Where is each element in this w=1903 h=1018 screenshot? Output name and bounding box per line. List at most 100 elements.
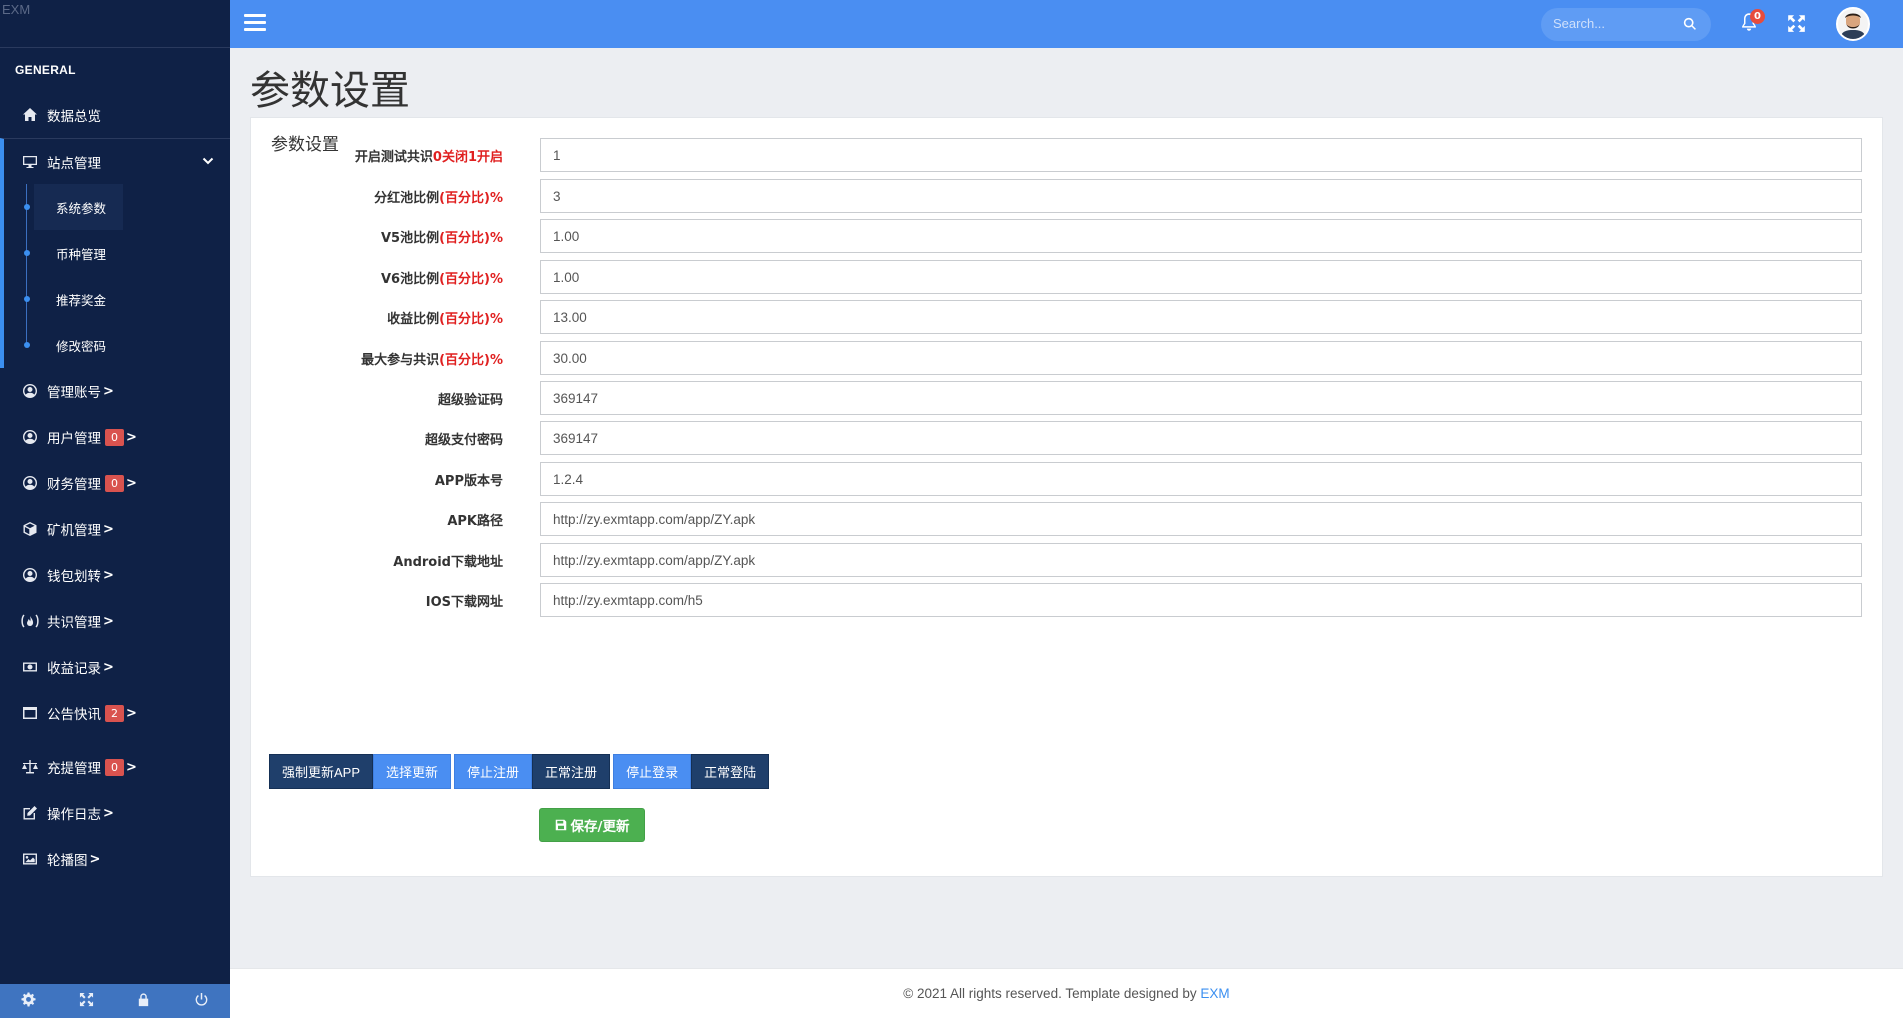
field-label: Android下载地址 bbox=[393, 555, 503, 570]
site-management-submenu: 系统参数 币种管理 推荐奖金 修改密码 bbox=[0, 184, 230, 368]
count-badge: 0 bbox=[105, 758, 124, 776]
sidebar-item-deposit-withdraw[interactable]: 充提管理 0 > bbox=[0, 744, 230, 790]
sidebar-item-earnings[interactable]: 收益记录 > bbox=[0, 644, 230, 690]
submenu-item-change-password[interactable]: 修改密码 bbox=[4, 322, 230, 368]
save-floppy-icon bbox=[555, 819, 566, 831]
bullet-dot-icon bbox=[24, 296, 30, 302]
window-icon bbox=[19, 705, 41, 721]
stop-registration-button[interactable]: 停止注册 bbox=[454, 754, 533, 789]
submenu-item-label: 推荐奖金 bbox=[56, 292, 107, 308]
designer-link[interactable]: EXM bbox=[1200, 986, 1229, 1001]
field-label: 最大参与共识(百分比)% bbox=[361, 353, 503, 368]
bullet-dot-icon bbox=[24, 342, 30, 348]
form-row-test-consensus: 开启测试共识0关闭1开启 bbox=[251, 138, 1884, 172]
sidebar-item-dashboard[interactable]: 数据总览 bbox=[0, 92, 230, 138]
user-circle-icon bbox=[19, 429, 41, 445]
force-update-app-button[interactable]: 强制更新APP bbox=[269, 754, 374, 789]
form-row-super-code: 超级验证码 bbox=[251, 381, 1884, 415]
save-button-label: 保存/更新 bbox=[570, 819, 630, 835]
submenu-item-system-params[interactable]: 系统参数 bbox=[4, 184, 230, 230]
sidebar-item-label: 管理账号 bbox=[47, 385, 101, 401]
sidebar-item-wallet-transfer[interactable]: 钱包划转 > bbox=[0, 552, 230, 598]
copyright-text: © 2021 All rights reserved. Template des… bbox=[903, 986, 1201, 1001]
form-row-app-version: APP版本号 bbox=[251, 462, 1884, 496]
save-update-button[interactable]: 保存/更新 bbox=[539, 808, 645, 842]
ios-download-url-input[interactable] bbox=[540, 583, 1862, 617]
field-label: 超级验证码 bbox=[437, 393, 503, 408]
form-row-dividend-pool: 分红池比例(百分比)% bbox=[251, 179, 1884, 213]
sidebar-item-label: 矿机管理 bbox=[47, 523, 101, 539]
submenu-item-currency[interactable]: 币种管理 bbox=[4, 230, 230, 276]
max-consensus-input[interactable] bbox=[540, 341, 1862, 375]
sidebar-item-label: 轮播图 bbox=[47, 853, 88, 869]
settings-gear-icon[interactable] bbox=[21, 991, 36, 1011]
cube-icon bbox=[19, 521, 41, 537]
chevron-right-icon: > bbox=[103, 659, 114, 675]
field-label: 收益比例(百分比)% bbox=[387, 312, 503, 327]
sidebar-item-label: 用户管理 bbox=[47, 431, 101, 447]
dividend-pool-ratio-input[interactable] bbox=[540, 179, 1862, 213]
chevron-right-icon: > bbox=[103, 613, 114, 629]
stop-login-button[interactable]: 停止登录 bbox=[613, 754, 692, 789]
field-label: APK路径 bbox=[447, 514, 503, 529]
test-consensus-input[interactable] bbox=[540, 138, 1862, 172]
v5-pool-ratio-input[interactable] bbox=[540, 219, 1862, 253]
sidebar-item-finance[interactable]: 财务管理 0 > bbox=[0, 460, 230, 506]
sidebar-item-announcements[interactable]: 公告快讯 2 > bbox=[0, 690, 230, 736]
chevron-right-icon: > bbox=[103, 383, 114, 399]
sidebar-item-carousel[interactable]: 轮播图 > bbox=[0, 836, 230, 882]
field-label: 超级支付密码 bbox=[424, 433, 503, 448]
lock-icon[interactable] bbox=[136, 992, 151, 1011]
form-row-earnings-ratio: 收益比例(百分比)% bbox=[251, 300, 1884, 334]
bullet-dot-icon bbox=[24, 204, 30, 210]
form-row-super-pay-password: 超级支付密码 bbox=[251, 421, 1884, 455]
super-verification-code-input[interactable] bbox=[540, 381, 1862, 415]
sidebar-item-label: 公告快讯 bbox=[47, 707, 101, 723]
top-navbar: 0 bbox=[230, 0, 1903, 48]
form-row-apk-path: APK路径 bbox=[251, 502, 1884, 536]
fullscreen-icon[interactable] bbox=[79, 992, 94, 1011]
sidebar-item-label: 共识管理 bbox=[47, 615, 101, 631]
user-avatar[interactable] bbox=[1836, 7, 1870, 41]
app-version-input[interactable] bbox=[540, 462, 1862, 496]
submenu-item-label: 币种管理 bbox=[56, 246, 107, 262]
sidebar-item-miner[interactable]: 矿机管理 > bbox=[0, 506, 230, 552]
notification-count-badge: 0 bbox=[1750, 9, 1765, 24]
page-title: 参数设置 bbox=[250, 68, 410, 114]
sidebar-item-user-management[interactable]: 用户管理 0 > bbox=[0, 414, 230, 460]
android-download-url-input[interactable] bbox=[540, 543, 1862, 577]
sidebar-item-label: 充提管理 bbox=[47, 761, 101, 777]
submenu-item-label: 修改密码 bbox=[56, 338, 107, 354]
scale-icon bbox=[19, 759, 41, 775]
sidebar-item-operation-log[interactable]: 操作日志 > bbox=[0, 790, 230, 836]
count-badge: 0 bbox=[105, 474, 124, 492]
chevron-right-icon: > bbox=[126, 429, 137, 445]
page-footer: © 2021 All rights reserved. Template des… bbox=[230, 968, 1903, 1018]
sidebar-footer bbox=[0, 984, 230, 1018]
sidebar-item-label: 钱包划转 bbox=[47, 569, 101, 585]
normal-login-button[interactable]: 正常登陆 bbox=[691, 754, 770, 789]
earnings-ratio-input[interactable] bbox=[540, 300, 1862, 334]
action-button-group: 强制更新APP 选择更新 停止注册 正常注册 停止登录 正常登陆 bbox=[269, 754, 770, 789]
sidebar-item-label: 数据总览 bbox=[47, 109, 101, 125]
chevron-right-icon: > bbox=[89, 851, 101, 867]
search-icon[interactable] bbox=[1683, 17, 1697, 31]
sidebar-item-admin-accounts[interactable]: 管理账号 > bbox=[0, 368, 230, 414]
field-label: IOS下载网址 bbox=[425, 595, 503, 610]
sidebar-item-label: 站点管理 bbox=[47, 155, 101, 172]
super-pay-password-input[interactable] bbox=[540, 421, 1862, 455]
notifications-bell-icon[interactable]: 0 bbox=[1739, 9, 1765, 34]
power-off-icon[interactable] bbox=[194, 992, 209, 1011]
sidebar-item-site-management[interactable]: 站点管理 bbox=[0, 138, 230, 184]
fullscreen-toggle-icon[interactable] bbox=[1787, 14, 1807, 34]
apk-path-input[interactable] bbox=[540, 502, 1862, 536]
submenu-item-referral-bonus[interactable]: 推荐奖金 bbox=[4, 276, 230, 322]
chevron-right-icon: > bbox=[126, 705, 137, 721]
normal-registration-button[interactable]: 正常注册 bbox=[532, 754, 611, 789]
brand-logo-text[interactable]: EXM bbox=[2, 2, 30, 17]
search-input[interactable] bbox=[1553, 16, 1673, 31]
optional-update-button[interactable]: 选择更新 bbox=[373, 754, 452, 789]
sidebar-item-consensus[interactable]: 共识管理 > bbox=[0, 598, 230, 644]
menu-toggle-icon[interactable] bbox=[244, 14, 266, 34]
v6-pool-ratio-input[interactable] bbox=[540, 260, 1862, 294]
